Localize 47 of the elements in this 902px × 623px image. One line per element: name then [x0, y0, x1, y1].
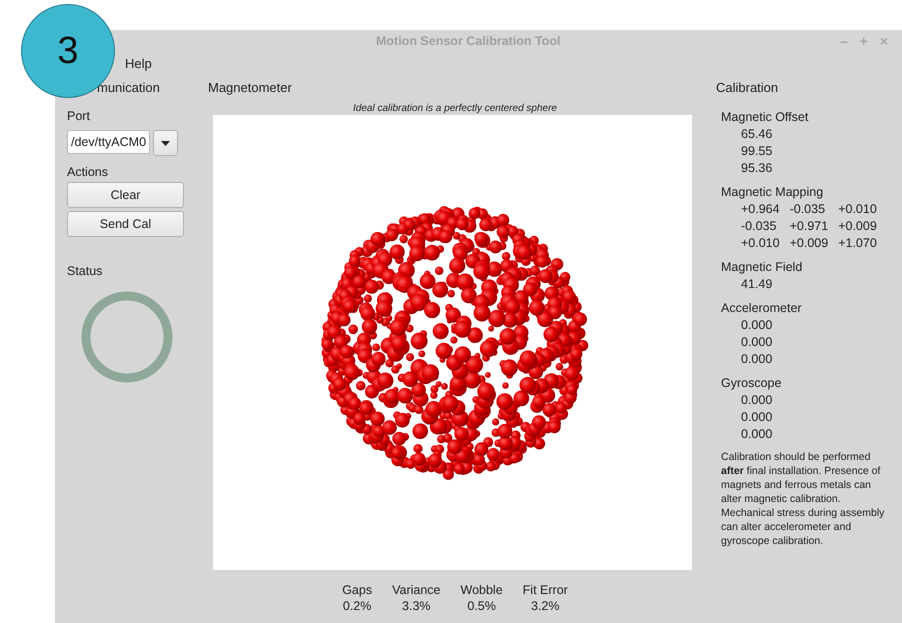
calibration-section-title: Magnetic Mapping [721, 184, 824, 201]
menu-item[interactable]: Help [122, 56, 155, 70]
matrix-value: +0.009 [838, 218, 877, 235]
stat-value: 3.3% [402, 599, 431, 613]
calibration-value: 0.000 [741, 317, 772, 334]
stat-value: 3.2% [530, 599, 560, 613]
matrix-value: -0.035 [741, 218, 778, 235]
stat-label: Gaps [342, 583, 372, 597]
actions-label: Actions [67, 165, 108, 179]
action-button[interactable]: Clear [67, 182, 184, 208]
port-label: Port [67, 109, 90, 123]
calibration-section-title: Gyroscope [721, 375, 782, 392]
calibration-section-title: Accelerometer [721, 300, 802, 317]
plot-caption: Ideal calibration is a perfectly centered sphere [352, 103, 557, 114]
action-button[interactable]: Send Cal [67, 211, 184, 237]
caret-icon [161, 140, 170, 146]
stat-label: Wobble [460, 583, 503, 597]
matrix-value: +0.010 [838, 201, 877, 218]
calibration-value: 41.49 [741, 276, 772, 293]
calibration-note: Calibration should be performed after final installation. Presence of magnets and ferrous metals can alter magnetic calibration. Mechanical stress during assembly can alter accelerometer and gyroscope calibration. [721, 450, 886, 548]
calibration-value: 65.46 [741, 126, 772, 143]
status-label: Status [67, 264, 102, 278]
stat-label: Variance [392, 583, 440, 597]
stat-value: 0.2% [342, 599, 372, 613]
calibration-value: 0.000 [741, 409, 772, 426]
matrix-value: +0.010 [741, 235, 780, 252]
matrix-value: -0.035 [790, 201, 826, 218]
stat-value: 0.5% [467, 599, 496, 613]
calibration-value: 99.55 [741, 143, 772, 160]
calibration-section-title: Magnetic Field [721, 259, 802, 276]
calibration-value: 0.000 [741, 392, 772, 409]
calibration-value: 0.000 [741, 334, 772, 351]
section-heading: Calibration [716, 80, 778, 95]
section-heading: munication [97, 80, 160, 95]
status-ring-icon [80, 290, 174, 384]
section-heading: Magnetometer [208, 80, 292, 95]
matrix-value: +0.964 [741, 201, 780, 218]
calibration-value: 0.000 [741, 426, 772, 443]
stat-label: Fit Error [522, 583, 568, 597]
calibration-section-title: Magnetic Offset [721, 109, 808, 126]
port-field[interactable]: /dev/ttyACM0 [67, 130, 150, 154]
matrix-value: +0.009 [790, 235, 828, 252]
matrix-value: +1.070 [838, 235, 877, 252]
matrix-value: +0.971 [790, 218, 828, 235]
calibration-value: 95.36 [741, 160, 772, 177]
dropdown-button[interactable] [153, 130, 178, 156]
calibration-value: 0.000 [741, 351, 772, 368]
